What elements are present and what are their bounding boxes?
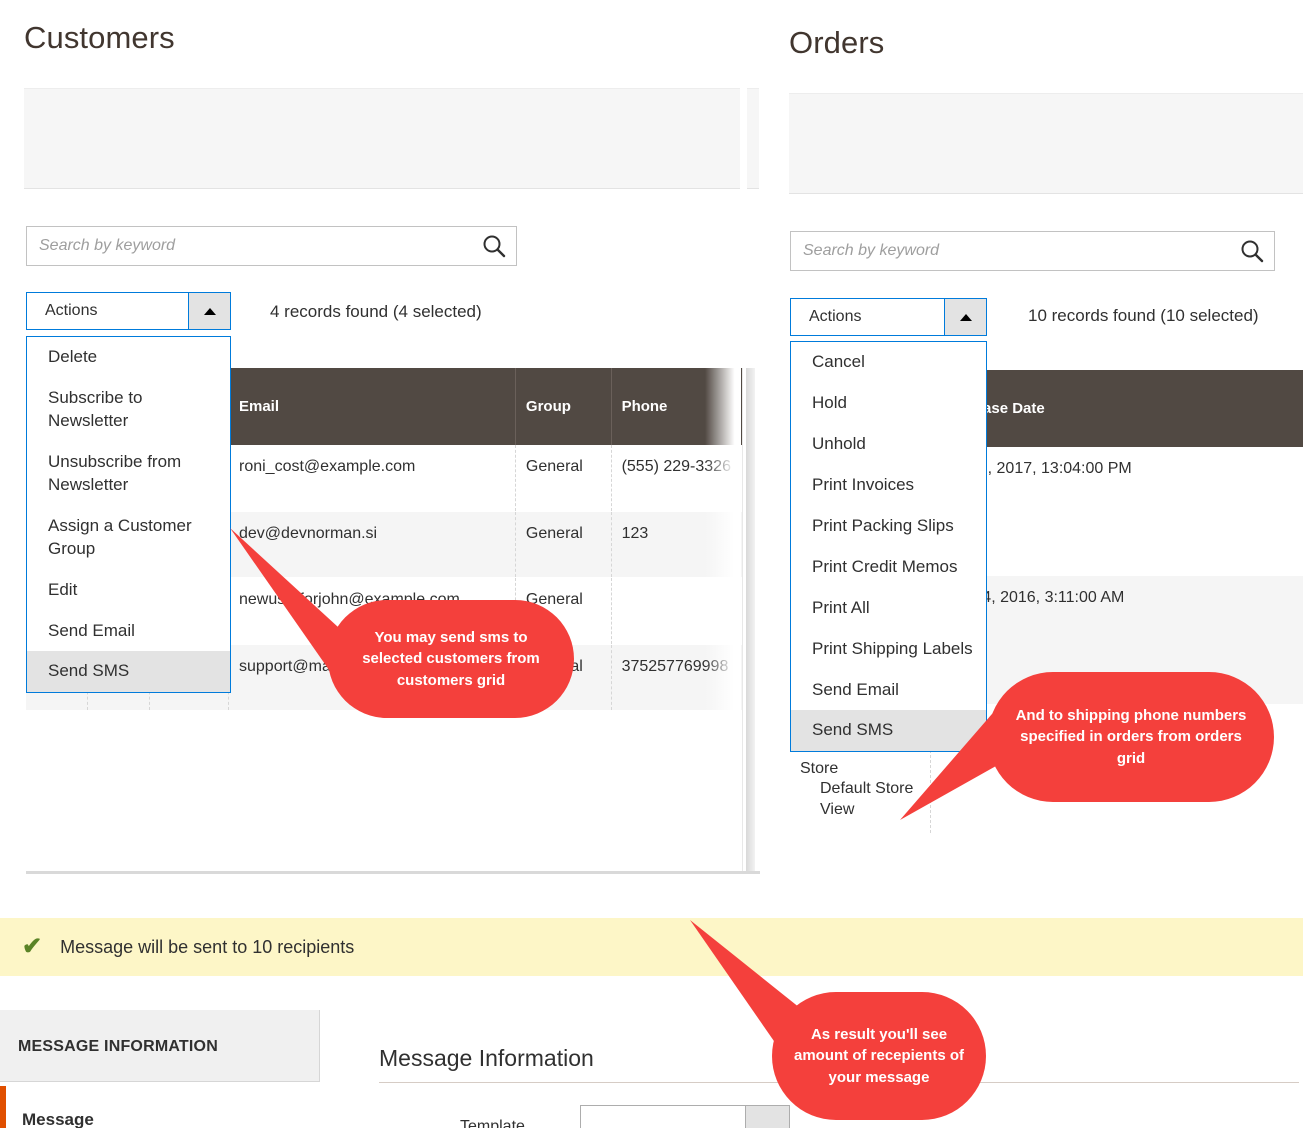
success-message-text: Message will be sent to 10 recipients bbox=[60, 936, 355, 957]
row-group: General bbox=[515, 445, 612, 512]
customers-actions-dropdown[interactable]: Delete Subscribe to Newsletter Unsubscri… bbox=[26, 336, 231, 694]
customers-search-input[interactable] bbox=[27, 237, 472, 255]
message-information-tab-label: MESSAGE INFORMATION bbox=[18, 1038, 218, 1055]
check-icon: ✔ bbox=[22, 933, 43, 960]
customers-col-phone[interactable]: Phone bbox=[611, 368, 755, 445]
callout-orders-text: And to shipping phone numbers specified … bbox=[988, 672, 1274, 802]
orders-search-input[interactable] bbox=[791, 242, 1230, 260]
menu-item-print-credit-memos[interactable]: Print Credit Memos bbox=[791, 547, 986, 588]
menu-item-delete[interactable]: Delete bbox=[27, 337, 230, 378]
search-icon[interactable] bbox=[472, 233, 516, 259]
callout-customers: You may send sms to selected customers f… bbox=[224, 528, 584, 718]
customers-toolbar-scroll-gutter bbox=[747, 88, 759, 189]
callout-result: As result you'll see amount of recepient… bbox=[680, 920, 1010, 1125]
sidebar-item-message[interactable]: Message bbox=[22, 1110, 94, 1128]
orders-page-title: Orders bbox=[789, 25, 885, 60]
menu-item-edit[interactable]: Edit bbox=[27, 570, 230, 611]
caret-up-icon[interactable] bbox=[944, 299, 986, 335]
screen: Customers Actions 4 records found (4 sel… bbox=[0, 0, 1303, 1128]
menu-item-print-invoices[interactable]: Print Invoices bbox=[791, 465, 986, 506]
customers-col-group[interactable]: Group bbox=[515, 368, 612, 445]
customers-grid-scrollbar[interactable] bbox=[742, 368, 760, 873]
menu-item-print-shipping-labels[interactable]: Print Shipping Labels bbox=[791, 629, 986, 670]
menu-item-print-all[interactable]: Print All bbox=[791, 588, 986, 629]
orders-search-box[interactable] bbox=[790, 231, 1275, 271]
row-phone bbox=[611, 577, 755, 645]
orders-actions-select[interactable]: Actions bbox=[790, 298, 987, 336]
search-icon[interactable] bbox=[1230, 238, 1274, 264]
menu-item-print-packing-slips[interactable]: Print Packing Slips bbox=[791, 506, 986, 547]
orders-actions-label: Actions bbox=[809, 308, 862, 325]
customers-search-box[interactable] bbox=[26, 226, 517, 266]
menu-item-hold[interactable]: Hold bbox=[791, 383, 986, 424]
row-email: roni_cost@example.com bbox=[228, 445, 516, 512]
customers-toolbar-placeholder bbox=[24, 88, 740, 189]
orders-records-found: 10 records found (10 selected) bbox=[1028, 306, 1259, 325]
customers-col-email[interactable]: Email bbox=[228, 368, 516, 445]
customers-page-title: Customers bbox=[24, 20, 175, 55]
caret-up-icon[interactable] bbox=[188, 293, 230, 329]
customers-actions-select[interactable]: Actions bbox=[26, 292, 231, 330]
customers-actions-label: Actions bbox=[45, 302, 98, 319]
callout-orders: And to shipping phone numbers specified … bbox=[900, 672, 1303, 832]
active-tab-indicator bbox=[0, 1086, 6, 1128]
menu-item-unhold[interactable]: Unhold bbox=[791, 424, 986, 465]
callout-result-text: As result you'll see amount of recepient… bbox=[772, 992, 986, 1120]
row-phone: 375257769998 bbox=[611, 644, 755, 712]
row-phone: (555) 229-3326 bbox=[611, 445, 755, 512]
callout-customers-text: You may send sms to selected customers f… bbox=[328, 600, 574, 718]
customers-grid-horizontal-scrollbar[interactable] bbox=[26, 871, 760, 874]
row-phone: 123 bbox=[611, 511, 755, 579]
template-field-label: Template bbox=[460, 1118, 525, 1128]
menu-item-assign-customer-group[interactable]: Assign a Customer Group bbox=[27, 506, 230, 570]
success-message-bar: ✔ Message will be sent to 10 recipients bbox=[0, 918, 1303, 976]
scrollbar-thumb[interactable] bbox=[746, 368, 755, 873]
menu-item-send-sms[interactable]: Send SMS bbox=[27, 651, 230, 693]
customers-records-found: 4 records found (4 selected) bbox=[270, 302, 482, 321]
message-information-tab[interactable]: MESSAGE INFORMATION bbox=[0, 1010, 320, 1082]
menu-item-subscribe-newsletter[interactable]: Subscribe to Newsletter bbox=[27, 378, 230, 442]
menu-item-send-email[interactable]: Send Email bbox=[27, 611, 230, 652]
message-information-section-title: Message Information bbox=[379, 1045, 594, 1071]
menu-item-unsubscribe-newsletter[interactable]: Unsubscribe from Newsletter bbox=[27, 442, 230, 506]
orders-toolbar-placeholder bbox=[789, 93, 1303, 194]
menu-item-cancel[interactable]: Cancel bbox=[791, 342, 986, 383]
